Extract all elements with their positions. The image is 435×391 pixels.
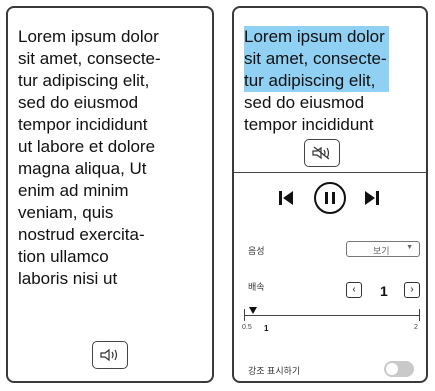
chevron-left-icon: ‹ xyxy=(352,284,356,295)
slider-start-tick xyxy=(244,309,245,321)
slider-end-tick xyxy=(419,309,420,321)
reading-text: Lorem ipsum dolor sit amet, consecte- tu… xyxy=(244,26,389,136)
text-line: sit amet, consecte- xyxy=(18,49,161,68)
transport-controls xyxy=(234,182,426,218)
voice-label: 음성 xyxy=(248,246,265,256)
skip-next-icon[interactable] xyxy=(364,190,380,206)
text-line: enim ad minim xyxy=(18,181,129,200)
text-line: magna aliqua, Ut xyxy=(18,159,147,178)
speed-slider[interactable] xyxy=(244,315,420,316)
highlighted-line: tur adipiscing elit, xyxy=(244,70,389,92)
speed-decrease-button[interactable]: ‹ xyxy=(346,282,362,298)
text-line: sed do eiusmod xyxy=(18,93,139,112)
text-line: tion ullamco xyxy=(18,247,109,266)
speed-increase-button[interactable]: › xyxy=(404,282,420,298)
text-line: nostrud exercita- xyxy=(18,225,145,244)
slider-value-label: 1 xyxy=(264,324,269,333)
chevron-down-icon: ▼ xyxy=(406,244,413,251)
tts-button[interactable] xyxy=(92,341,128,369)
highlight-label: 강조 표시하기 xyxy=(248,366,301,376)
slider-max-label: 2 xyxy=(414,324,418,331)
text-line: laboris nisi ut xyxy=(18,269,118,288)
pause-button[interactable] xyxy=(314,182,346,214)
highlight-toggle[interactable] xyxy=(384,361,414,377)
divider xyxy=(234,172,426,173)
tts-button[interactable] xyxy=(304,139,340,167)
speaker-mute-icon xyxy=(312,146,330,160)
text-line: tempor incididunt xyxy=(244,115,374,134)
text-line: sed do eiusmod xyxy=(244,93,365,112)
toggle-knob xyxy=(386,363,398,375)
skip-previous-icon[interactable] xyxy=(278,190,294,206)
speed-value: 1 xyxy=(380,283,388,299)
pause-icon xyxy=(325,192,335,204)
highlighted-line: sit amet, consecte- xyxy=(244,48,389,70)
text-line: tur adipiscing elit, xyxy=(18,71,150,90)
text-line: Lorem ipsum dolor xyxy=(18,27,159,46)
text-line: tempor incididunt xyxy=(18,115,148,134)
speed-label: 배속 xyxy=(248,282,265,292)
reader-panel-tts: Lorem ipsum dolor sit amet, consecte- tu… xyxy=(232,6,428,383)
chevron-right-icon: › xyxy=(410,284,414,295)
slider-min-label: 0.5 xyxy=(242,324,252,331)
reading-text: Lorem ipsum dolor sit amet, consecte- tu… xyxy=(18,26,204,290)
voice-select-value: 보기 xyxy=(373,246,390,256)
highlighted-line: Lorem ipsum dolor xyxy=(244,26,389,48)
reader-panel-plain: Lorem ipsum dolor sit amet, consecte- tu… xyxy=(6,6,214,383)
voice-select[interactable]: 보기 ▼ xyxy=(346,241,420,257)
speaker-icon xyxy=(100,348,118,362)
speed-slider-thumb[interactable] xyxy=(248,307,257,314)
text-line: veniam, quis xyxy=(18,203,114,222)
text-line: ut labore et dolore xyxy=(18,137,156,156)
